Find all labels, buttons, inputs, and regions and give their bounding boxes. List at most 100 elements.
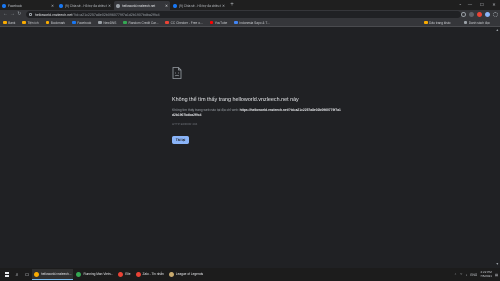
taskbar-app-elle[interactable]: Elle xyxy=(116,269,132,280)
bookmark-label: CC Checker - Free o... xyxy=(170,20,203,25)
bookmark-item[interactable]: YouTube xyxy=(209,20,227,25)
minimize-button[interactable]: — xyxy=(464,0,476,10)
menu-icon[interactable] xyxy=(493,12,498,17)
window-controls: — ☐ ✕ xyxy=(464,0,500,10)
youtube-icon xyxy=(209,20,214,25)
bookmark-star-icon[interactable] xyxy=(461,12,466,17)
bookmark-label: Indonesia Sapo & T... xyxy=(239,20,270,25)
clock-date: 7/5/2021 xyxy=(480,273,492,278)
profile-avatar[interactable] xyxy=(485,12,490,17)
facebook-favicon-icon xyxy=(2,3,6,8)
clock[interactable]: 2:22 PM 7/5/2021 xyxy=(480,270,492,278)
bookmark-item[interactable]: Bank xyxy=(3,21,15,25)
bookmark-item[interactable]: Tiện ích xyxy=(22,20,39,25)
task-label: Running Man Vietn... xyxy=(83,272,114,276)
tab-label: Facebook xyxy=(8,3,22,8)
bookmark-label: Danh sách đọc xyxy=(468,20,490,25)
taskbar: ⌕ ▭ helloworld.vnzleech... Running Man V… xyxy=(0,268,500,281)
bookmark-item[interactable]: Facebook xyxy=(72,21,91,25)
bookmark-label: Dấu trang khác xyxy=(429,20,451,25)
forward-button[interactable]: → xyxy=(9,11,16,18)
sad-page-icon xyxy=(172,67,182,79)
system-tray: ⌃ ⌔ ♪ ENG 2:22 PM 7/5/2021 ▤ xyxy=(454,270,498,278)
bookmarks-bar: Bank Tiện ích Bookmark Facebook NewDNS R… xyxy=(0,19,500,27)
globe-icon xyxy=(98,20,102,25)
bookmark-label: Bookmark xyxy=(50,20,66,25)
taskbar-app-running-man[interactable]: Running Man Vietn... xyxy=(74,269,115,280)
tab-search-icon[interactable]: ⌄ xyxy=(459,1,462,6)
bookmark-item[interactable]: Indonesia Sapo & T... xyxy=(234,20,270,25)
site-info-icon[interactable] xyxy=(28,13,32,16)
site-icon xyxy=(123,20,128,25)
show-hidden-icons-icon[interactable]: ⌃ xyxy=(454,273,457,277)
bookmark-label: Bank xyxy=(8,20,16,25)
maximize-button[interactable]: ☐ xyxy=(476,0,488,10)
taskbar-app-zalo[interactable]: Zalo - Tin nhắn xyxy=(134,269,166,280)
windows-logo-icon xyxy=(4,272,10,277)
app-icon xyxy=(76,271,82,277)
bookmarks-right: Dấu trang khác Danh sách đọc xyxy=(423,20,497,25)
page-favicon-icon xyxy=(116,3,120,8)
network-icon[interactable]: ⌔ xyxy=(460,272,463,277)
back-button[interactable]: ← xyxy=(2,11,9,18)
bookmark-item[interactable]: NewDNS xyxy=(98,21,116,25)
tab-chia-se-2[interactable]: (9) Chia sẻ - Hỗ trợ đa chiều từ thành v… xyxy=(171,1,227,10)
bookmark-item[interactable]: Random Credit Car... xyxy=(123,21,158,25)
close-tab-icon[interactable]: ✕ xyxy=(51,4,54,8)
folder-icon xyxy=(3,20,7,25)
tab-label: helloworld.vnzleech.net xyxy=(122,3,156,8)
language-indicator[interactable]: ENG xyxy=(470,273,477,277)
facebook-icon xyxy=(72,20,76,25)
volume-icon[interactable]: ♪ xyxy=(466,273,468,277)
folder-icon xyxy=(22,20,26,25)
forum-favicon-icon xyxy=(59,3,63,8)
error-code: HTTP ERROR 404 xyxy=(172,122,198,127)
tab-helloworld[interactable]: helloworld.vnzleech.net ✕ xyxy=(114,1,170,10)
tab-facebook[interactable]: Facebook ✕ xyxy=(0,1,56,10)
tab-label: (9) Chia sẻ - Hỗ trợ đa chiều từ thành v… xyxy=(179,3,221,8)
site-icon xyxy=(234,20,238,25)
chrome-icon xyxy=(34,271,39,277)
tab-chia-se[interactable]: (9) Chia sẻ - Hỗ trợ đa chiều từ thành v… xyxy=(57,1,113,10)
app-icon xyxy=(118,271,124,277)
close-window-button[interactable]: ✕ xyxy=(488,0,500,10)
search-icon[interactable]: ⌕ xyxy=(12,268,22,281)
task-label: Zalo - Tin nhắn xyxy=(142,272,164,276)
bookmark-label: Random Credit Car... xyxy=(128,20,159,25)
close-tab-icon[interactable]: ✕ xyxy=(165,4,168,8)
extension-icon[interactable] xyxy=(477,12,482,17)
bookmark-label: Facebook xyxy=(77,20,92,25)
site-icon xyxy=(165,20,170,25)
scroll-up-icon[interactable]: ▲ xyxy=(496,28,499,32)
task-label: helloworld.vnzleech... xyxy=(41,272,72,276)
forum-favicon-icon xyxy=(173,3,177,8)
close-tab-icon[interactable]: ✕ xyxy=(222,4,225,8)
task-view-icon[interactable]: ▭ xyxy=(22,268,32,281)
task-label: Elle xyxy=(125,272,131,276)
browser-toolbar: ← → ↻ helloworld.vnzleech.net /?id=a21c2… xyxy=(0,10,500,19)
address-host: helloworld.vnzleech.net xyxy=(34,12,73,17)
reading-list[interactable]: Danh sách đọc xyxy=(463,20,490,25)
tab-label: (9) Chia sẻ - Hỗ trợ đa chiều từ thành v… xyxy=(65,3,107,8)
page-content: Không thể tìm thấy trang helloworld.vnzl… xyxy=(0,27,500,268)
close-tab-icon[interactable]: ✕ xyxy=(108,4,111,8)
address-path: /?id=a21c2257a8e02b0960779f7a1d2b1907bdb… xyxy=(72,12,160,17)
folder-icon xyxy=(423,20,428,25)
notifications-icon[interactable]: ▤ xyxy=(495,273,498,277)
scroll-down-icon[interactable]: ▼ xyxy=(496,262,499,266)
bookmark-item[interactable]: Bookmark xyxy=(45,20,66,25)
bookmark-item[interactable]: CC Checker - Free o... xyxy=(165,20,203,25)
start-button[interactable] xyxy=(2,268,12,281)
folder-icon xyxy=(45,20,50,25)
other-bookmarks[interactable]: Dấu trang khác xyxy=(423,20,451,25)
reload-button[interactable]: ↻ xyxy=(16,11,23,18)
address-bar[interactable]: helloworld.vnzleech.net /?id=a21c2257a8e… xyxy=(25,11,461,18)
taskbar-app-league[interactable]: League of Legends xyxy=(167,269,205,280)
reload-page-button[interactable]: Tải lại xyxy=(172,136,189,145)
new-tab-button[interactable]: + xyxy=(228,1,236,10)
error-panel: Không thể tìm thấy trang helloworld.vnzl… xyxy=(172,67,342,145)
app-icon xyxy=(135,271,141,277)
taskbar-app-chrome[interactable]: helloworld.vnzleech... xyxy=(32,269,74,280)
league-icon xyxy=(168,271,174,277)
extension-icon[interactable] xyxy=(469,12,474,17)
